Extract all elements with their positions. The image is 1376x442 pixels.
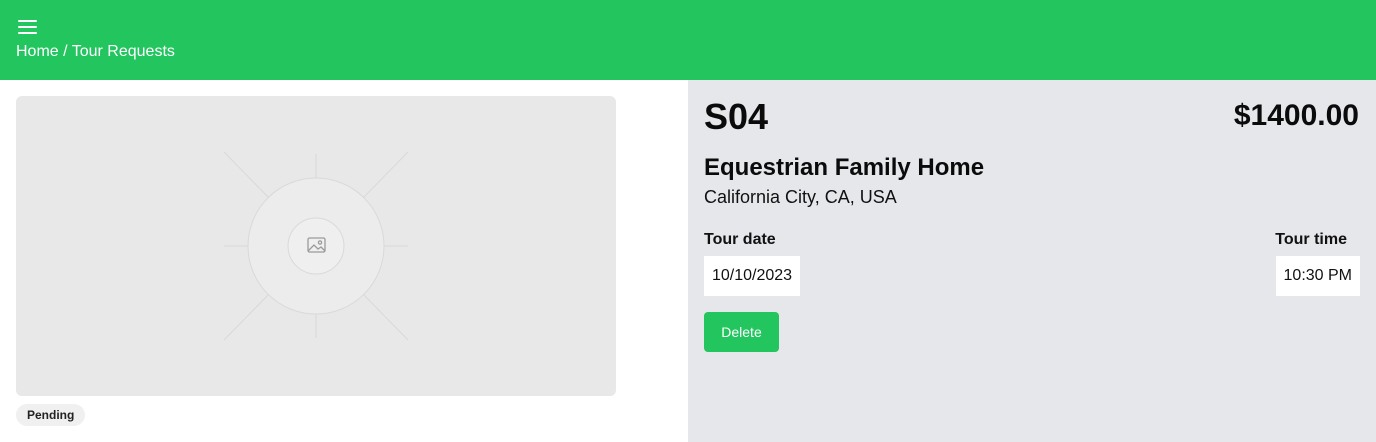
listing-image-placeholder: [16, 96, 616, 396]
tour-date-label: Tour date: [704, 231, 776, 248]
tour-time-label: Tour time: [1275, 231, 1347, 248]
delete-button[interactable]: Delete: [704, 312, 779, 352]
listing-title: Equestrian Family Home: [704, 154, 985, 181]
status-badge: Pending: [16, 404, 86, 426]
top-bar: Home / Tour Requests: [0, 0, 1376, 80]
breadcrumb-current: Tour Requests: [71, 43, 175, 60]
listing-price: $1400.00: [1233, 99, 1359, 132]
listing-code: S04: [704, 96, 769, 137]
hamburger-menu-icon[interactable]: [18, 18, 38, 36]
breadcrumb-home-link[interactable]: Home: [16, 43, 59, 60]
breadcrumb-separator: /: [58, 43, 72, 60]
tour-time-value: 10:30 PM: [1275, 256, 1360, 296]
image-placeholder-icon: [223, 151, 409, 341]
breadcrumb: Home / Tour Requests: [16, 43, 175, 61]
tour-date-value: 10/10/2023: [704, 256, 801, 296]
listing-detail-pane: S04 $1400.00 Equestrian Family Home Cali…: [688, 80, 1376, 442]
listing-image-pane: Pending: [0, 80, 688, 442]
listing-location: California City, CA, USA: [704, 187, 897, 207]
